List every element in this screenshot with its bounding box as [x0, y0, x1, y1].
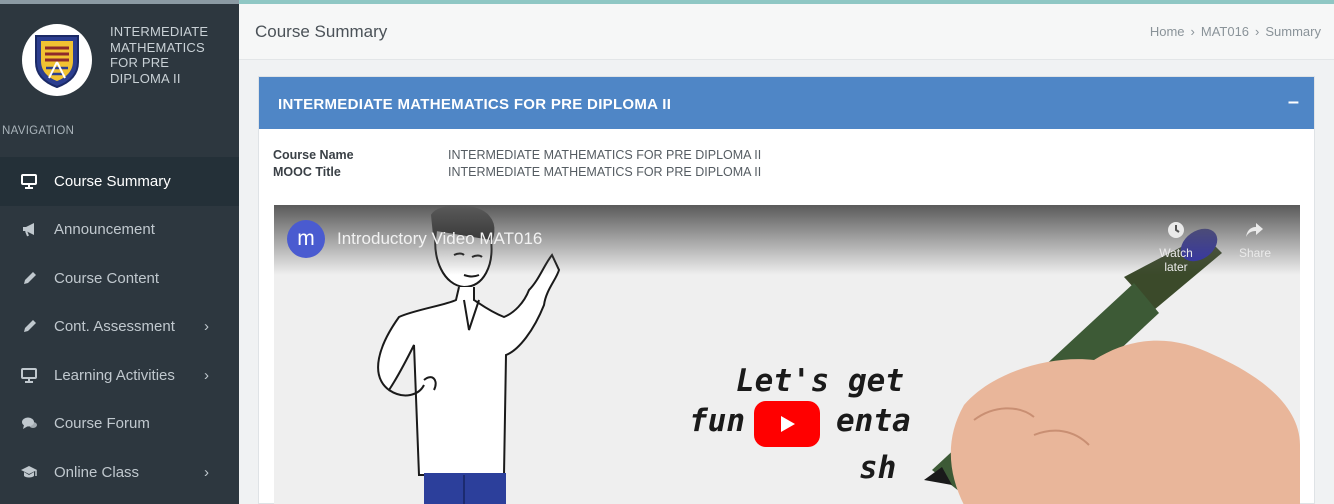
pencil-icon: [20, 269, 38, 287]
course-brand-title: INTERMEDIATE MATHEMATICS FOR PRE DIPLOMA…: [110, 24, 209, 86]
sidebar-item-learning-activities[interactable]: Learning Activities ›: [0, 351, 239, 400]
course-info: Course Name INTERMEDIATE MATHEMATICS FOR…: [273, 147, 761, 181]
share-button[interactable]: Share: [1225, 220, 1285, 260]
watch-later-label: Watch later: [1159, 246, 1193, 274]
monitor-icon: [20, 366, 38, 384]
breadcrumb-home[interactable]: Home: [1150, 24, 1185, 39]
info-value: INTERMEDIATE MATHEMATICS FOR PRE DIPLOMA…: [448, 165, 762, 179]
sidebar-item-label: Course Summary: [54, 172, 171, 190]
sidebar-item-label: Course Forum: [54, 415, 150, 433]
channel-avatar[interactable]: m: [287, 220, 325, 258]
breadcrumb-separator: ›: [1190, 24, 1195, 39]
chevron-right-icon: ›: [204, 366, 209, 384]
monitor-icon: [20, 172, 38, 190]
video-text-line-3: sh: [859, 450, 897, 486]
university-logo[interactable]: [22, 24, 92, 96]
info-key: MOOC Title: [273, 165, 341, 179]
video-text-line-2b: enta: [836, 403, 911, 439]
panel-title: INTERMEDIATE MATHEMATICS FOR PRE DIPLOMA…: [278, 96, 672, 113]
breadcrumb-course[interactable]: MAT016: [1201, 24, 1249, 39]
sidebar-item-cont-assessment[interactable]: Cont. Assessment ›: [0, 303, 239, 352]
info-key: Course Name: [273, 148, 354, 162]
collapse-button[interactable]: –: [1288, 91, 1299, 114]
top-bar: Course Summary Home › MAT016 › Summary: [239, 0, 1334, 60]
watch-later-button[interactable]: Watch later: [1146, 220, 1206, 274]
sidebar-item-label: Learning Activities: [54, 366, 175, 384]
crest-icon: [35, 35, 79, 88]
sidebar-item-course-forum[interactable]: Course Forum: [0, 400, 239, 449]
sidebar-item-label: Cont. Assessment: [54, 318, 175, 336]
share-label: Share: [1238, 246, 1272, 260]
sidebar-item-label: Announcement: [54, 221, 155, 239]
video-text-line-1: Let's get: [736, 363, 904, 399]
course-panel: INTERMEDIATE MATHEMATICS FOR PRE DIPLOMA…: [258, 76, 1315, 504]
info-row-course-name: Course Name INTERMEDIATE MATHEMATICS FOR…: [273, 147, 761, 164]
sidebar-item-online-class[interactable]: Online Class ›: [0, 448, 239, 497]
breadcrumb: Home › MAT016 › Summary: [1150, 24, 1321, 39]
graduation-cap-icon: [20, 463, 38, 481]
video-text-line-2a: fun: [689, 403, 745, 439]
play-button[interactable]: [754, 401, 820, 447]
breadcrumb-separator: ›: [1255, 24, 1260, 39]
video-title[interactable]: Introductory Video MAT016: [337, 229, 542, 249]
chevron-right-icon: ›: [204, 463, 209, 481]
sidebar-item-course-summary[interactable]: Course Summary: [0, 157, 239, 206]
nav-heading: NAVIGATION: [2, 125, 75, 137]
share-arrow-icon: [1246, 223, 1263, 237]
play-icon: [781, 416, 795, 432]
app-window: INTERMEDIATE MATHEMATICS FOR PRE DIPLOMA…: [0, 0, 1334, 504]
main-content: INTERMEDIATE MATHEMATICS FOR PRE DIPLOMA…: [239, 60, 1334, 504]
panel-header: INTERMEDIATE MATHEMATICS FOR PRE DIPLOMA…: [259, 77, 1314, 129]
sidebar: INTERMEDIATE MATHEMATICS FOR PRE DIPLOMA…: [0, 0, 239, 504]
nav-list: Course Summary Announcement Course Conte…: [0, 157, 239, 497]
sidebar-item-label: Online Class: [54, 463, 140, 481]
info-value: INTERMEDIATE MATHEMATICS FOR PRE DIPLOMA…: [448, 148, 762, 162]
pencil-icon: [20, 318, 38, 336]
info-row-mooc-title: MOOC Title INTERMEDIATE MATHEMATICS FOR …: [273, 164, 761, 181]
sidebar-item-label: Course Content: [54, 269, 160, 287]
video-player[interactable]: Let's get fun enta sh m Introductory Vid…: [274, 205, 1300, 504]
chevron-right-icon: ›: [204, 318, 209, 336]
chat-icon: [20, 415, 38, 433]
clock-icon: [1168, 222, 1184, 238]
page-title: Course Summary: [255, 22, 388, 41]
breadcrumb-current: Summary: [1265, 24, 1321, 39]
sidebar-item-announcement[interactable]: Announcement: [0, 206, 239, 255]
megaphone-icon: [20, 221, 38, 239]
sidebar-item-course-content[interactable]: Course Content: [0, 254, 239, 303]
